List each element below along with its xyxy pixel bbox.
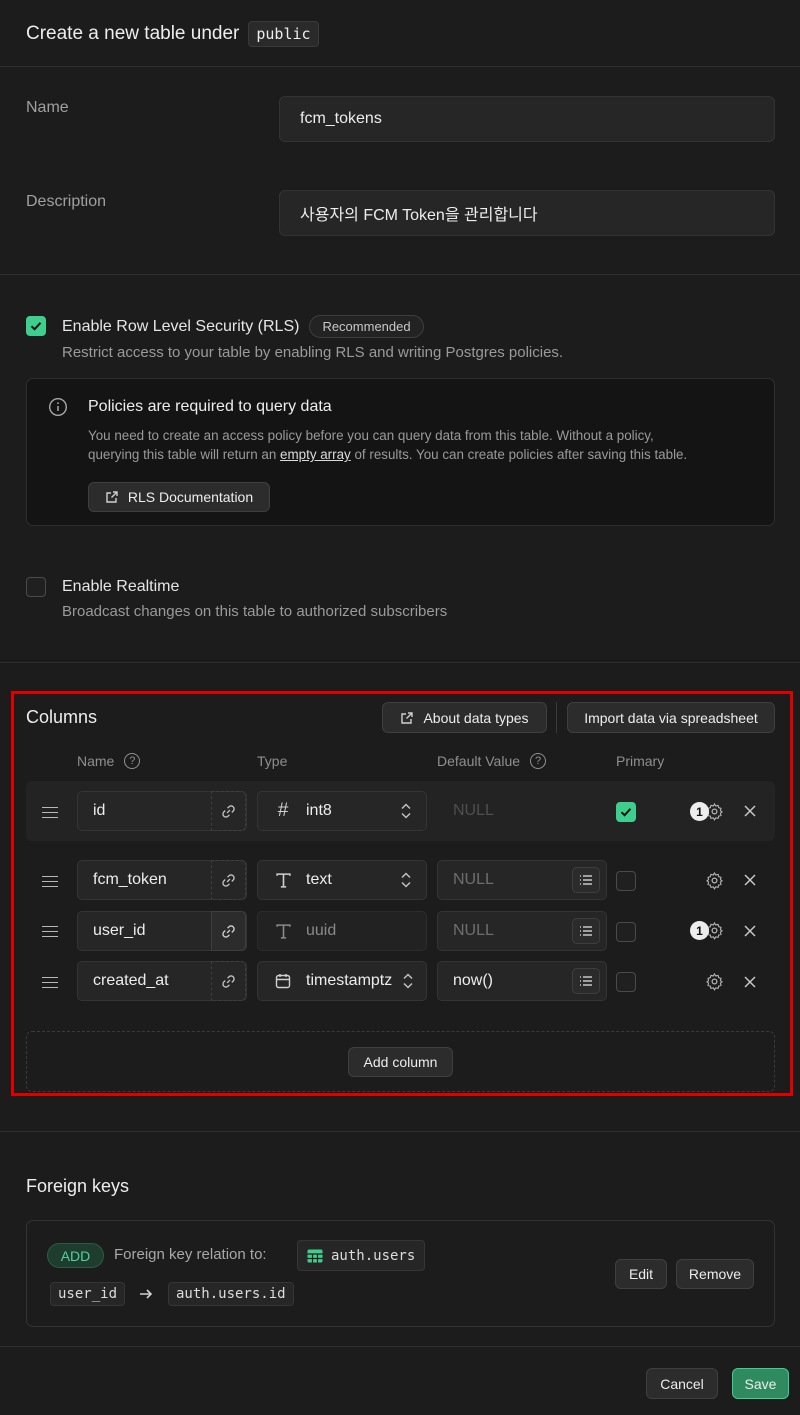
save-label: Save: [744, 1375, 777, 1392]
divider: [0, 274, 800, 275]
target-table-chip: auth.users: [297, 1240, 426, 1271]
divider: [0, 1131, 800, 1132]
empty-array-link[interactable]: empty array: [280, 447, 351, 462]
rls-checkbox[interactable]: [26, 316, 46, 336]
rls-description: Restrict access to your table by enablin…: [62, 344, 564, 361]
info-text-line-2a: querying this table will return an: [88, 447, 277, 462]
source-column-chip: user_id: [50, 1282, 126, 1306]
divider: [0, 1346, 800, 1347]
target-column-chip: auth.users.id: [168, 1282, 294, 1306]
rls-label: Enable Row Level Security (RLS): [62, 317, 300, 335]
rls-info-box: Policies are required to query data You …: [26, 378, 775, 526]
realtime-description: Broadcast changes on this table to autho…: [62, 603, 448, 620]
remove-foreign-key-button[interactable]: Remove: [676, 1259, 754, 1289]
edit-foreign-key-button[interactable]: Edit: [615, 1259, 667, 1289]
target-table-name: auth.users: [331, 1247, 416, 1264]
title-text: Create a new table under: [26, 23, 240, 44]
add-badge: ADD: [47, 1243, 104, 1268]
info-text: You need to create an access policy befo…: [88, 426, 768, 464]
cancel-label: Cancel: [660, 1375, 704, 1392]
name-label: Name: [26, 99, 69, 116]
table-icon: [307, 1249, 323, 1262]
info-text-line-1: You need to create an access policy befo…: [88, 428, 654, 443]
relation-label: Foreign key relation to:: [114, 1246, 267, 1263]
rls-doc-label: RLS Documentation: [127, 489, 254, 505]
cancel-button[interactable]: Cancel: [646, 1368, 718, 1399]
schema-chip: public: [248, 21, 319, 47]
description-label: Description: [26, 193, 107, 210]
recommended-badge: Recommended: [309, 315, 424, 338]
arrow-right-icon: [140, 1289, 153, 1299]
info-icon: [48, 397, 68, 417]
divider: [0, 662, 800, 663]
external-link-icon: [106, 491, 118, 503]
divider: [0, 66, 800, 67]
check-icon: [30, 322, 42, 331]
edit-label: Edit: [628, 1266, 654, 1282]
realtime-checkbox[interactable]: [26, 577, 46, 597]
save-button[interactable]: Save: [732, 1368, 789, 1399]
description-input[interactable]: 사용자의 FCM Token을 관리합니다: [279, 190, 775, 236]
remove-label: Remove: [688, 1266, 742, 1282]
name-input[interactable]: fcm_tokens: [279, 96, 775, 142]
panel-title: Create a new table under public: [26, 21, 319, 47]
rls-documentation-button[interactable]: RLS Documentation: [88, 482, 270, 512]
info-title: Policies are required to query data: [88, 398, 332, 415]
realtime-label: Enable Realtime: [62, 578, 180, 595]
highlight-box: [11, 691, 793, 1096]
foreign-keys-title: Foreign keys: [26, 1176, 130, 1196]
info-text-line-2b: of results. You can create policies afte…: [354, 447, 688, 462]
